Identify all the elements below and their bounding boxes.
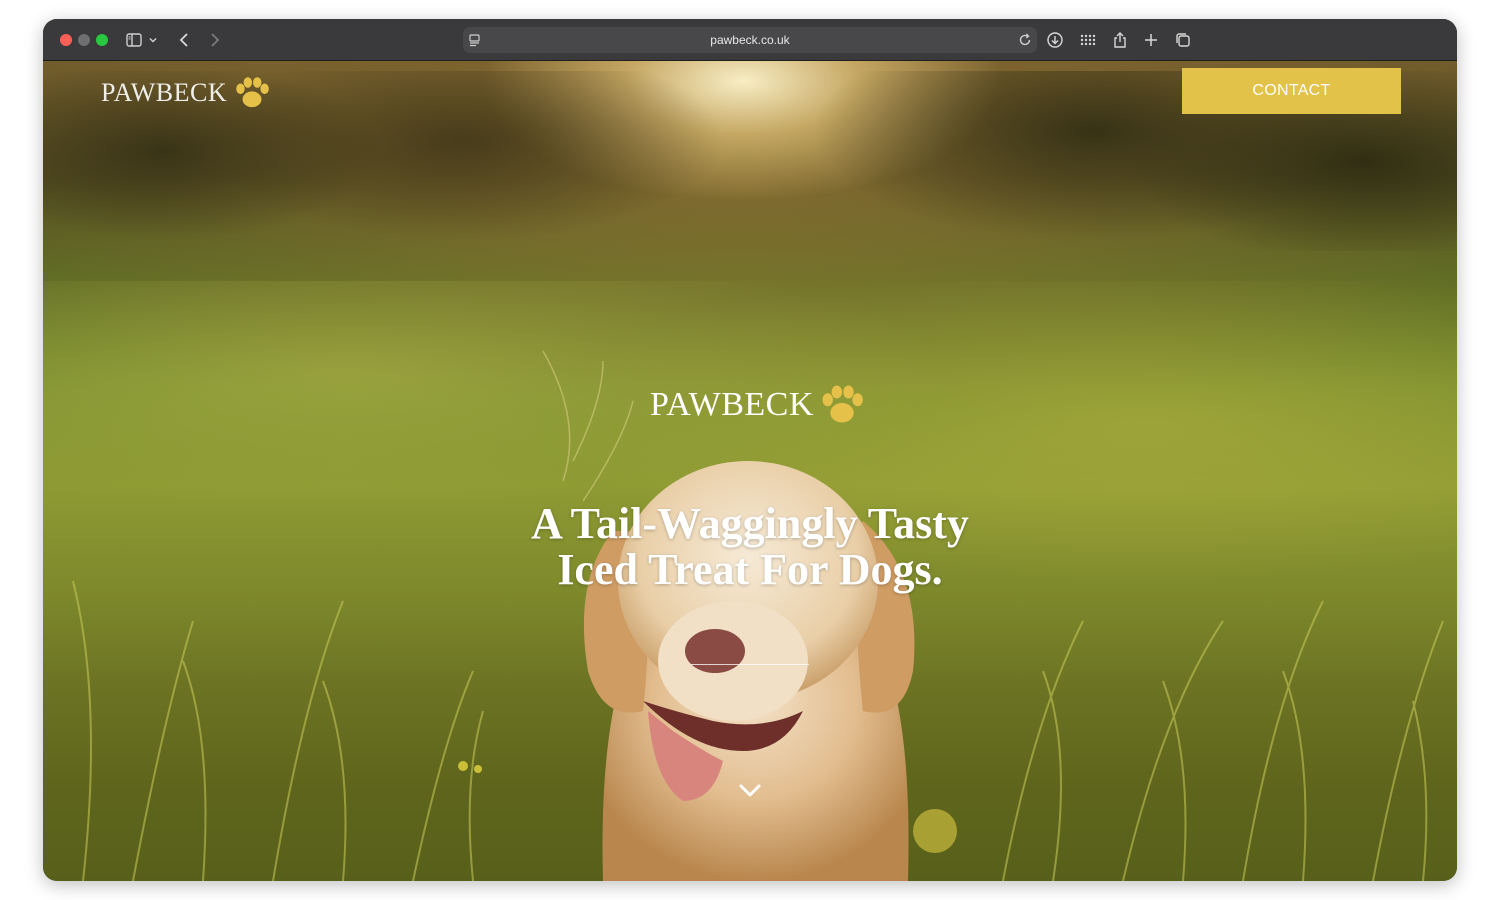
url-text[interactable]: pawbeck.co.uk bbox=[463, 27, 1037, 53]
hero-title-line1: A Tail-Waggingly Tasty bbox=[531, 499, 969, 548]
reload-icon[interactable] bbox=[1017, 32, 1033, 48]
address-bar[interactable]: pawbeck.co.uk bbox=[463, 27, 1037, 53]
share-icon[interactable] bbox=[1109, 29, 1131, 51]
close-window-button[interactable] bbox=[60, 34, 72, 46]
plus-icon[interactable] bbox=[1140, 29, 1162, 51]
grid-icon[interactable] bbox=[1077, 29, 1099, 51]
hero-divider bbox=[691, 664, 809, 665]
sidebar-icon[interactable] bbox=[123, 29, 145, 51]
hero-logo: PAWBECK bbox=[650, 377, 868, 433]
hero-title-line2: Iced Treat For Dogs. bbox=[557, 545, 943, 594]
forward-icon[interactable] bbox=[203, 29, 225, 51]
web-page: PAWBECK CONTACT PAWBECK A Tail-Waggingly… bbox=[43, 61, 1457, 881]
browser-toolbar: pawbeck.co.uk bbox=[43, 19, 1457, 61]
dog-image bbox=[583, 461, 915, 881]
maximize-window-button[interactable] bbox=[96, 34, 108, 46]
header-logo-text: PAWBECK bbox=[101, 78, 228, 107]
scroll-down-icon[interactable] bbox=[736, 779, 764, 803]
hero-title: A Tail-Waggingly Tasty Iced Treat For Do… bbox=[450, 501, 1050, 593]
minimize-window-button[interactable] bbox=[78, 34, 90, 46]
chevron-down-icon[interactable] bbox=[146, 29, 160, 51]
header-logo[interactable]: PAWBECK bbox=[101, 71, 273, 115]
back-icon[interactable] bbox=[174, 29, 196, 51]
browser-window: pawbeck.co.uk PAWBECK CONTACT PAWBECK A … bbox=[43, 19, 1457, 881]
contact-button[interactable]: CONTACT bbox=[1182, 68, 1401, 114]
tabs-icon[interactable] bbox=[1172, 29, 1194, 51]
paw-icon bbox=[236, 77, 269, 108]
download-icon[interactable] bbox=[1044, 29, 1066, 51]
paw-icon bbox=[822, 385, 863, 423]
hero-logo-text: PAWBECK bbox=[650, 386, 814, 423]
